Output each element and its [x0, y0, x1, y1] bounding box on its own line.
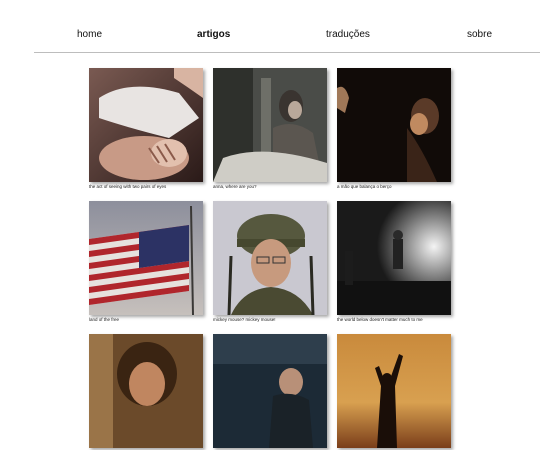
gallery-item[interactable]: a mão que balança o berço [337, 68, 453, 190]
gallery-item[interactable]: mickey mouse? mickey mouse! [213, 201, 329, 323]
gallery-item[interactable] [337, 334, 453, 450]
gallery-item[interactable] [89, 334, 205, 450]
gallery-caption[interactable]: anna, where are you? [213, 184, 329, 190]
gallery-item[interactable] [213, 334, 329, 450]
gallery-caption[interactable]: land of the free [89, 317, 205, 323]
gallery-thumbnail[interactable] [213, 334, 327, 448]
gallery-thumbnail[interactable] [89, 201, 203, 315]
gallery-thumbnail[interactable] [89, 334, 203, 448]
gallery-caption[interactable]: the world below doesn't matter much to m… [337, 317, 453, 323]
gallery-thumbnail[interactable] [89, 68, 203, 182]
gallery-thumbnail[interactable] [213, 201, 327, 315]
article-gallery: the act of seeing with two pairs of eyes… [0, 0, 540, 448]
gallery-caption[interactable]: a mão que balança o berço [337, 184, 453, 190]
gallery-caption[interactable]: the act of seeing with two pairs of eyes [89, 184, 205, 190]
gallery-item[interactable]: anna, where are you? [213, 68, 329, 190]
gallery-item[interactable]: the world below doesn't matter much to m… [337, 201, 453, 323]
gallery-item[interactable]: the act of seeing with two pairs of eyes [89, 68, 205, 190]
gallery-thumbnail[interactable] [337, 201, 451, 315]
gallery-caption[interactable]: mickey mouse? mickey mouse! [213, 317, 329, 323]
gallery-thumbnail[interactable] [337, 68, 451, 182]
gallery-item[interactable]: land of the free [89, 201, 205, 323]
gallery-thumbnail[interactable] [213, 68, 327, 182]
gallery-thumbnail[interactable] [337, 334, 451, 448]
